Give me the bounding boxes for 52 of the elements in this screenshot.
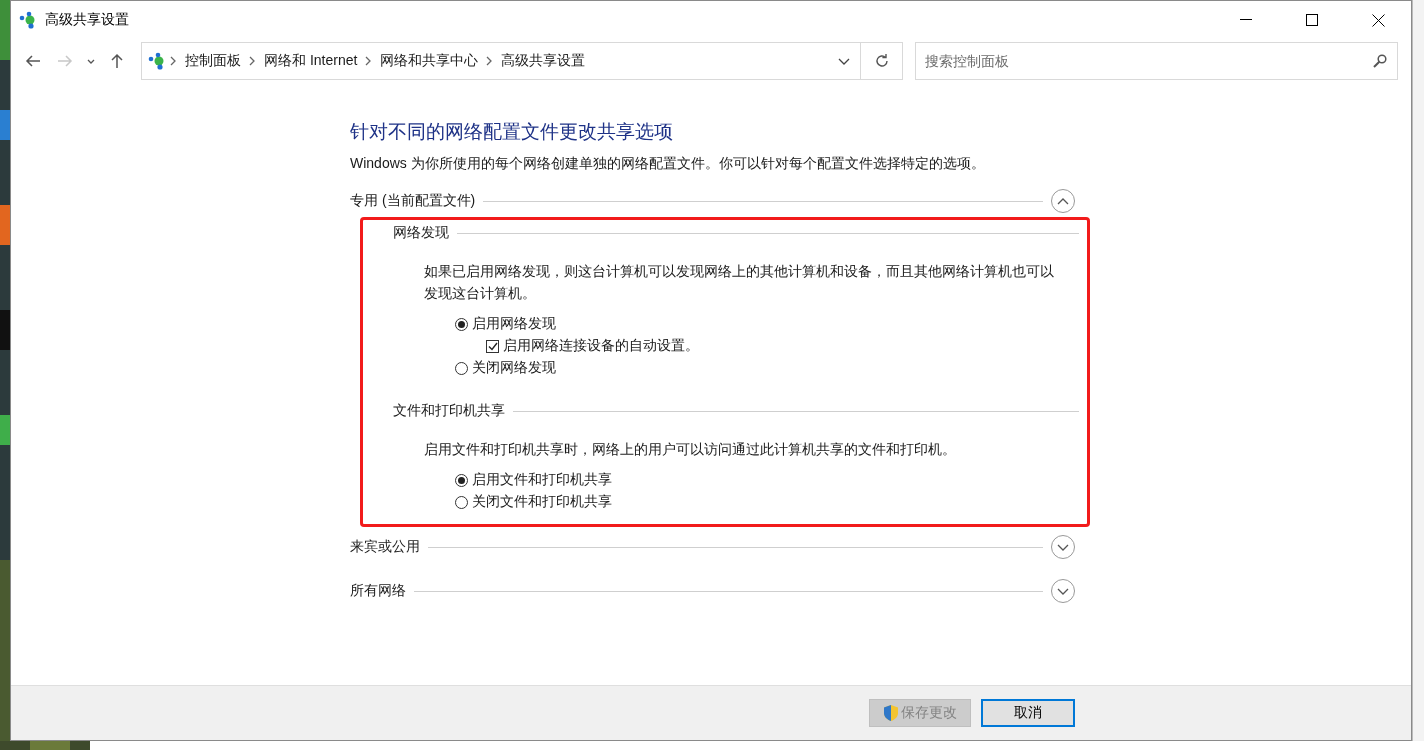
minimize-icon [1240,19,1252,21]
option-label: 启用网络发现 [472,315,556,333]
checkmark-icon [487,341,498,351]
caret-icon [838,57,850,65]
shield-icon [883,704,899,722]
search-field[interactable]: 搜索控制面板 [915,42,1398,80]
back-arrow-icon [25,55,41,67]
chevron-right-icon [249,56,256,66]
page-heading: 针对不同的网络配置文件更改共享选项 [350,120,674,144]
group-description: 启用文件和打印机共享时，网络上的用户可以访问通过此计算机共享的文件和打印机。 [424,440,957,459]
section-title: 专用 (当前配置文件) [350,192,476,210]
chevron-icon [1057,587,1069,595]
group-title: 网络发现 [393,224,449,242]
expand-button[interactable] [1051,579,1075,603]
chevron-icon [1057,543,1069,551]
radio-button[interactable] [455,473,468,487]
up-arrow-icon [111,53,123,69]
option-label: 关闭文件和打印机共享 [472,493,612,511]
address-bar[interactable]: 控制面板 网络和 Internet 网络和共享中心 高级共享设置 [141,42,861,80]
radio-button[interactable] [455,361,468,375]
window-title: 高级共享设置 [45,11,130,29]
chevron-icon [1057,197,1069,205]
expand-button[interactable] [1051,535,1075,559]
radio-button[interactable] [455,495,468,509]
breadcrumb[interactable]: 网络和 Internet [260,52,362,70]
option-label: 关闭网络发现 [472,359,556,377]
breadcrumb[interactable]: 网络和共享中心 [376,52,483,70]
network-icon [148,52,166,70]
caret-icon [87,58,95,64]
network-icon [19,11,37,29]
checkbox[interactable] [486,339,499,353]
group-title: 文件和打印机共享 [393,402,505,420]
chevron-right-icon [365,56,373,66]
collapse-button[interactable] [1051,189,1075,213]
forward-arrow-icon [57,55,73,67]
close-icon [1371,13,1385,27]
radio-button[interactable] [455,317,468,331]
search-icon [1373,54,1387,68]
section-title: 来宾或公用 [350,538,420,556]
option-label: 启用文件和打印机共享 [472,471,612,489]
intro-text: Windows 为你所使用的每个网络创建单独的网络配置文件。你可以针对每个配置文件选择特定的选项。 [350,155,986,173]
refresh-button[interactable] [861,42,903,80]
breadcrumb[interactable]: 控制面板 [181,52,245,70]
breadcrumb[interactable]: 高级共享设置 [497,52,590,70]
maximize-icon [1306,14,1318,26]
group-description: 如果已启用网络发现，则这台计算机可以发现网络上的其他计算机和设备，而且其他网络计算机也可以发现这台计算机。 [424,262,1055,303]
cancel-button[interactable]: 取消 [981,699,1075,727]
section-title: 所有网络 [350,582,406,600]
refresh-icon [873,53,890,69]
chevron-right-icon [486,56,494,66]
chevron-right-icon [170,56,177,66]
option-label: 启用网络连接设备的自动设置。 [503,337,699,355]
